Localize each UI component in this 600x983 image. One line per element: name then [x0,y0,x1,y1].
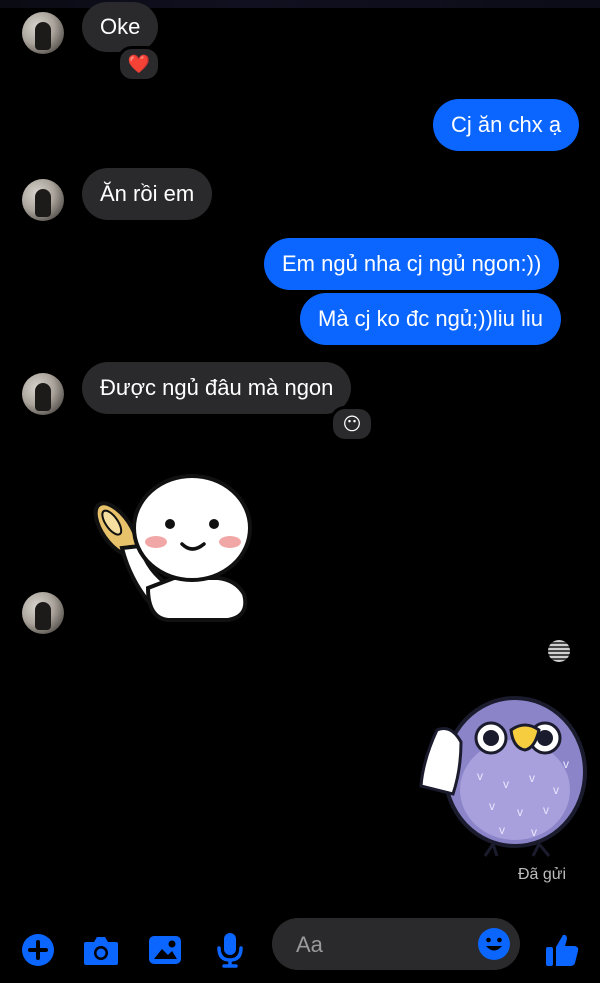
seen-avatar-icon [548,640,570,662]
message-bubble-outgoing[interactable]: Cj ăn chx ạ [433,99,580,151]
plus-icon [22,934,54,966]
voice-button[interactable] [210,930,250,970]
svg-text:v: v [499,823,505,837]
message-text: Cj ăn chx ạ [451,112,562,137]
svg-text:v: v [531,825,537,839]
message-text: Em ngủ nha cj ngủ ngon:)) [282,251,542,276]
message-text: Được ngủ đâu mà ngon [100,375,334,400]
camera-icon [84,937,118,965]
svg-text:v: v [503,777,509,791]
svg-text:v: v [529,771,535,785]
message-bubble-incoming[interactable]: Ăn rồi em [82,168,213,220]
reaction-no-mouth-face[interactable]: 😶 [330,406,374,442]
waving-round-face-sticker[interactable] [78,468,258,623]
like-icon [546,934,579,966]
message-text: Ăn rồi em [100,181,195,206]
message-input-container[interactable] [272,918,520,972]
camera-button[interactable] [81,930,121,970]
like-button[interactable] [542,930,582,970]
no-mouth-face-icon: 😶 [342,414,362,434]
message-text: Oke [100,14,141,39]
message-input[interactable] [294,918,468,972]
svg-text:v: v [543,803,549,817]
microphone-icon [217,933,243,968]
heart-icon: ❤️ [127,54,151,74]
add-button[interactable] [18,930,58,970]
image-icon [149,936,181,964]
svg-text:v: v [517,805,523,819]
purple-bird-waving-towel-sticker[interactable]: vv vv vv vv vv [415,690,590,860]
delivery-status: Đã gửi [518,866,567,883]
avatar[interactable] [22,373,64,415]
emoji-icon[interactable] [476,926,512,962]
message-bubble-outgoing[interactable]: Mà cj ko đc ngủ;))liu liu [300,293,561,345]
svg-text:v: v [553,783,559,797]
message-bubble-incoming[interactable]: Oke [82,2,159,52]
svg-text:v: v [563,757,569,771]
composer-bar [0,912,600,983]
message-bubble-outgoing[interactable]: Em ngủ nha cj ngủ ngon:)) [264,238,560,290]
avatar[interactable] [22,592,64,634]
reaction-heart[interactable]: ❤️ [117,46,161,82]
avatar[interactable] [22,179,64,221]
avatar[interactable] [22,12,64,54]
svg-text:v: v [477,769,483,783]
svg-text:v: v [489,799,495,813]
message-text: Mà cj ko đc ngủ;))liu liu [318,306,543,331]
message-bubble-incoming[interactable]: Được ngủ đâu mà ngon [82,362,352,414]
gallery-button[interactable] [145,930,185,970]
